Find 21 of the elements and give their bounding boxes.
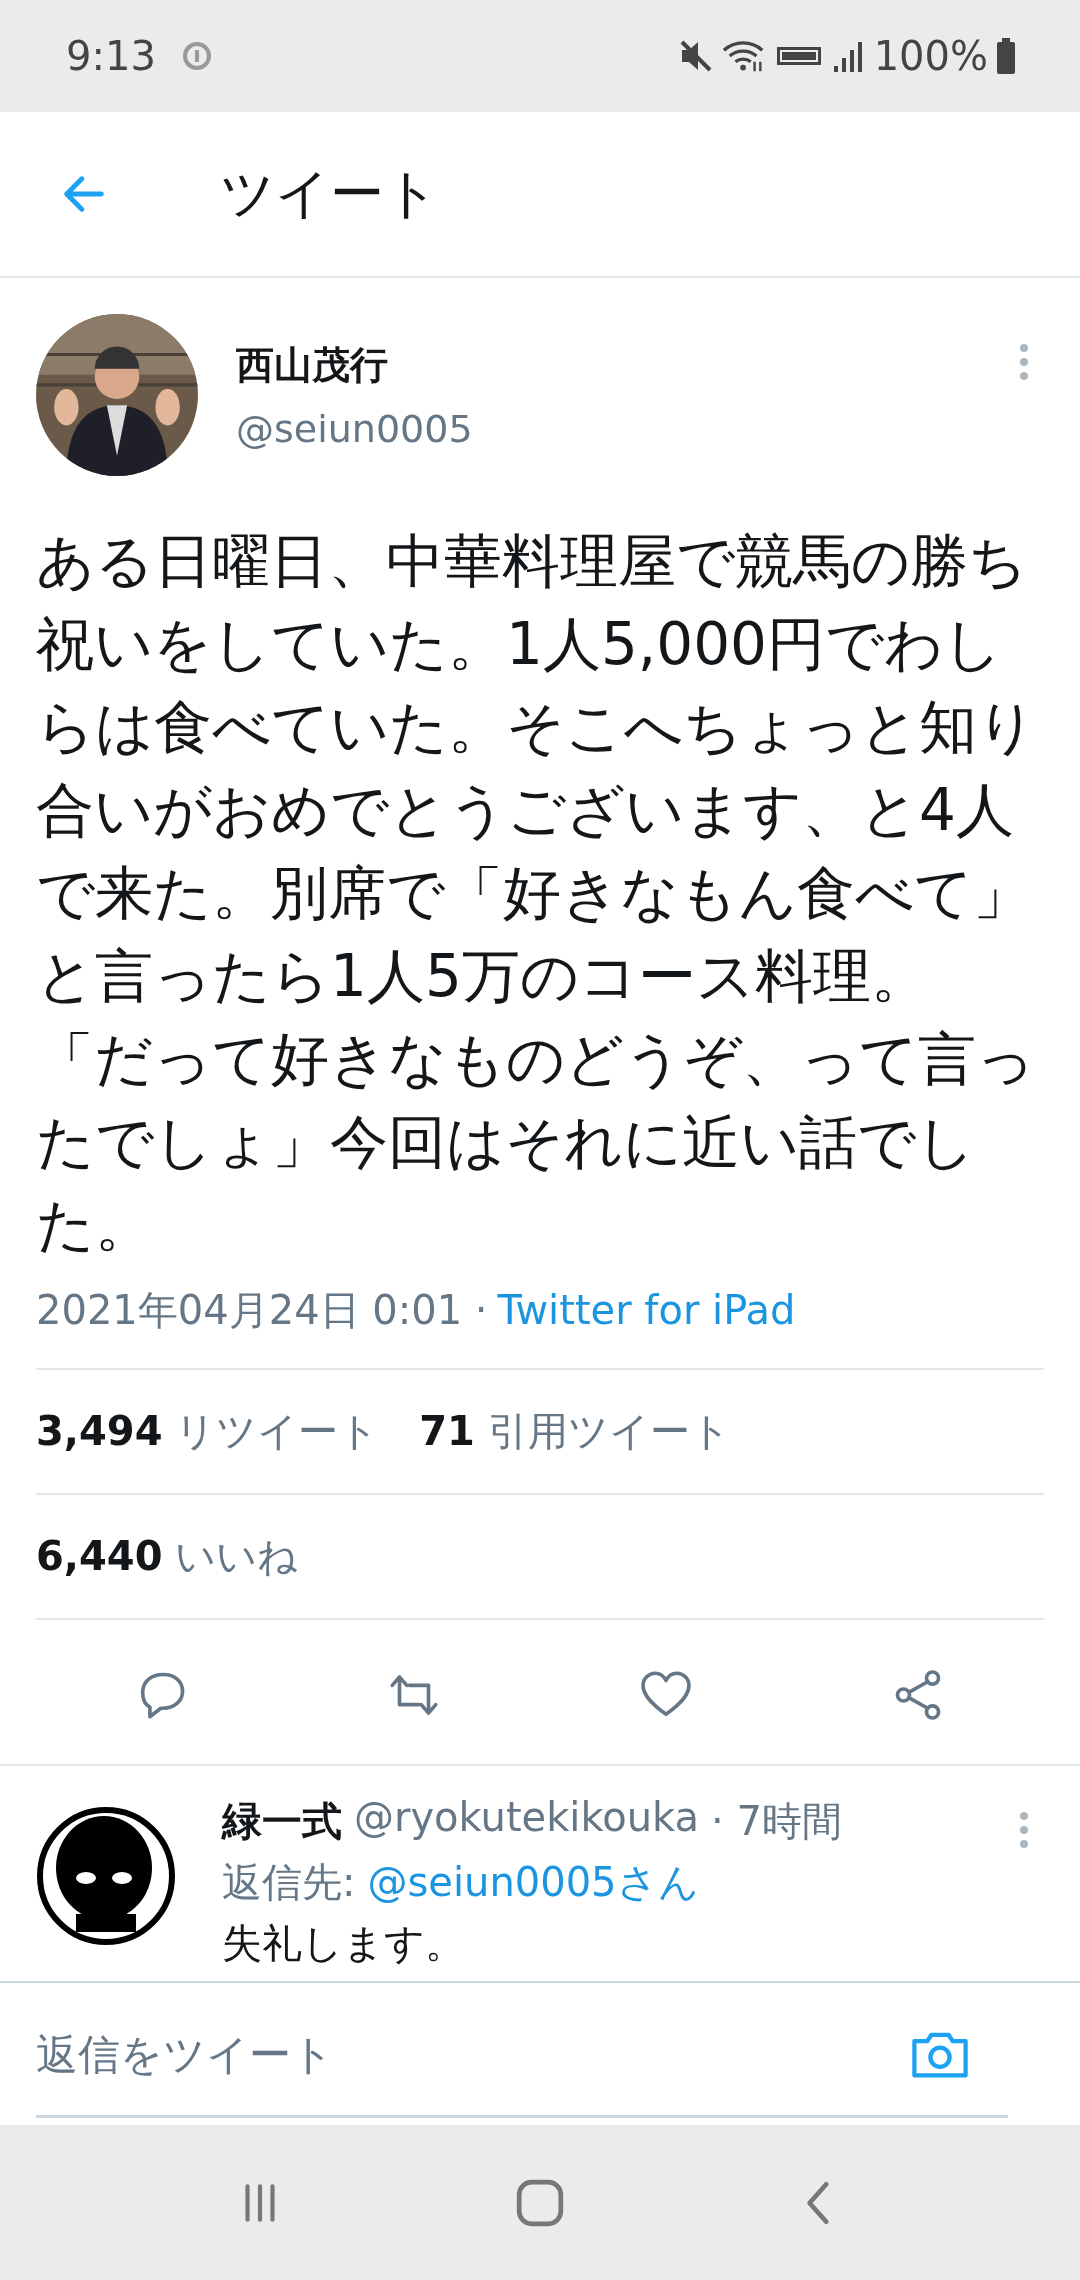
reply-author-name[interactable]: 緑一式 — [222, 1794, 342, 1849]
stat-item[interactable]: 3,494 リツイート — [36, 1404, 380, 1459]
battery-percent: 100% — [873, 33, 988, 79]
avatar-icon[interactable] — [36, 1806, 176, 1946]
tweet-text: ある日曜日、中華料理屋で競馬の勝ち祝いをしていた。1人5,000円でわしらは食べていた。そこへちょっと知り合いがおめでとうございます、と4人で来た。別席で「好きなもん食べて」と言ったら1人5万のコース料理。「だって好きなものどうぞ、って言ったでしょ」今回はそれに近い話でした。 — [36, 526, 1037, 1261]
reply-time: · 7時間 — [711, 1797, 842, 1846]
reply-author-handle[interactable]: @ryokutekikouka — [354, 1794, 699, 1849]
stat-item[interactable]: 71 引用ツイート — [419, 1404, 731, 1459]
more-options-icon[interactable] — [1018, 342, 1030, 382]
author-name[interactable]: 西山茂行 — [236, 339, 1018, 391]
home-icon[interactable] — [515, 2177, 565, 2228]
reply-to-label: 返信先: — [222, 1858, 356, 1907]
status-time: 9:13 — [66, 33, 156, 79]
info-icon — [181, 41, 212, 71]
author-handle[interactable]: @seiun0005 — [236, 406, 1018, 451]
more-options-icon[interactable] — [1018, 1810, 1030, 1850]
tweet-timestamp: 2021年04月24日 0:01 · — [36, 1287, 488, 1333]
reply-text: 失礼します。 — [222, 1919, 466, 1968]
likes-count[interactable]: 6,440 いいね — [36, 1529, 299, 1584]
header-title: ツイート — [220, 160, 439, 227]
battery-icon — [996, 38, 1016, 74]
